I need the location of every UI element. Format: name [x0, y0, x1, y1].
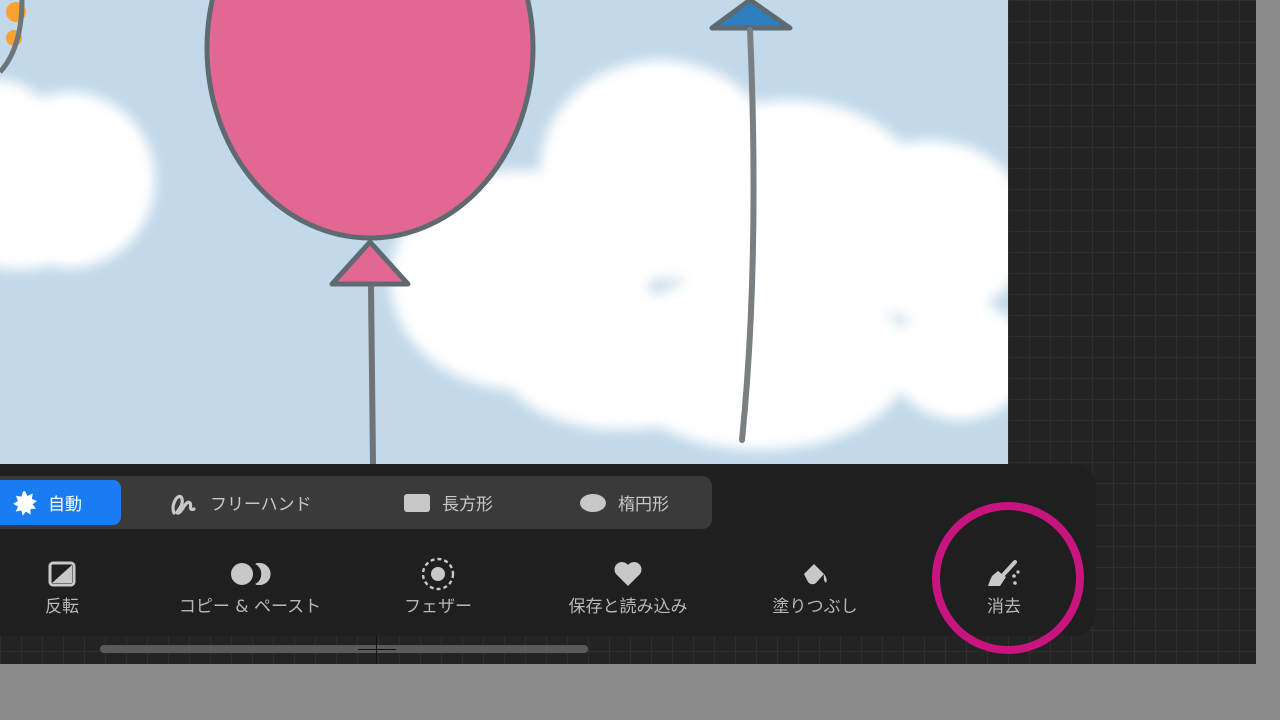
save-load-label: 保存と読み込み: [568, 597, 688, 617]
rectangle-icon: [402, 492, 432, 514]
feather-label: フェザー: [404, 597, 472, 617]
freehand-icon: [168, 489, 200, 517]
mode-label: 長方形: [442, 495, 493, 515]
mode-rectangle[interactable]: 長方形: [402, 476, 493, 529]
selection-tools: 反転 コピー & ペースト フェザー 保存と読み込み 塗りつぶし 消去: [0, 540, 1096, 630]
save-load-button[interactable]: 保存と読み込み: [548, 540, 708, 630]
mode-label: フリーハンド: [210, 495, 312, 515]
horizontal-scrollbar[interactable]: [100, 645, 588, 653]
drawing-canvas[interactable]: [0, 0, 1008, 464]
starburst-icon: [12, 490, 38, 516]
mode-ellipse[interactable]: 楕円形: [578, 476, 669, 529]
mode-freehand[interactable]: フリーハンド: [168, 476, 312, 529]
fill-bucket-icon: [800, 558, 830, 590]
ellipse-icon: [578, 492, 608, 514]
mode-label: 自動: [48, 495, 82, 515]
cloud-left: [0, 80, 155, 270]
selection-mode-bar: 自動 フリーハンド 長方形 楕円形: [0, 476, 712, 529]
heart-icon: [613, 558, 643, 590]
crosshair-cursor: [376, 636, 377, 664]
fill-label: 塗りつぶし: [772, 597, 858, 617]
copy-paste-button[interactable]: コピー & ペースト: [160, 540, 340, 630]
mode-label: 楕円形: [618, 495, 669, 515]
copy-paste-label: コピー & ペースト: [178, 597, 322, 617]
invert-button[interactable]: 反転: [22, 540, 102, 630]
crosshair-cursor: [358, 649, 396, 650]
feather-icon: [421, 557, 455, 591]
invert-label: 反転: [45, 597, 79, 617]
clear-label: 消去: [987, 597, 1021, 617]
copy-paste-icon: [229, 558, 271, 590]
mode-auto[interactable]: 自動: [0, 480, 121, 525]
brush-clear-icon: [984, 558, 1024, 590]
clear-button[interactable]: 消去: [964, 540, 1044, 630]
fill-button[interactable]: 塗りつぶし: [755, 540, 875, 630]
feather-button[interactable]: フェザー: [388, 540, 488, 630]
canvas-artwork: [0, 0, 1008, 464]
invert-icon: [48, 558, 76, 590]
